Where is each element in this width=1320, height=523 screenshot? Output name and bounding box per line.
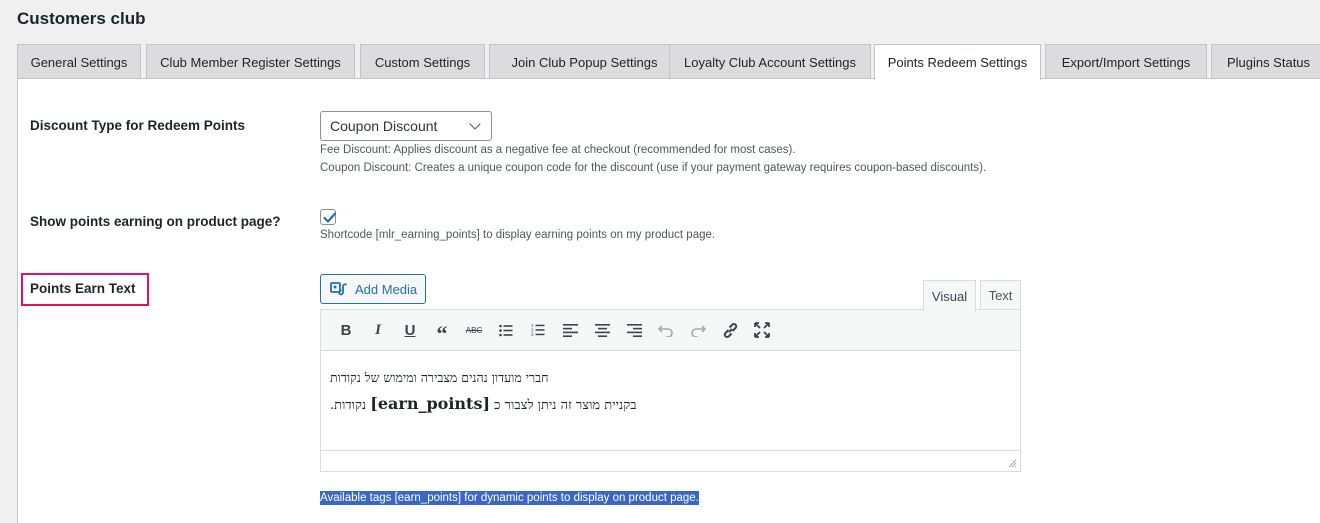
editor-line-2-pre: בקניית מוצר זה ניתן לצבור כ: [494, 398, 637, 413]
editor-tab-text[interactable]: Text: [980, 280, 1021, 310]
bullet-list-icon[interactable]: [490, 316, 522, 344]
settings-tabs: General Settings Club Member Register Se…: [17, 44, 1320, 80]
align-center-icon[interactable]: [586, 316, 618, 344]
chevron-down-icon: [469, 118, 481, 130]
link-icon[interactable]: [714, 316, 746, 344]
available-tags-note: Available tags [earn_points] for dynamic…: [320, 491, 699, 505]
blockquote-icon[interactable]: “: [426, 316, 458, 346]
discount-type-value: Coupon Discount: [330, 118, 438, 134]
editor-line-1: חברי מועדון נהנים מצבירה ומימוש של נקודו…: [330, 370, 549, 385]
discount-type-label: Discount Type for Redeem Points: [30, 118, 246, 133]
tab-points-redeem-settings[interactable]: Points Redeem Settings: [874, 44, 1041, 80]
tab-custom-settings[interactable]: Custom Settings: [360, 44, 485, 79]
earn-points-tag: [earn_points]: [370, 394, 491, 413]
underline-icon[interactable]: U: [394, 316, 426, 344]
show-points-label: Show points earning on product page?: [30, 214, 281, 229]
strikethrough-icon[interactable]: ABC: [458, 316, 490, 344]
resize-grip-icon[interactable]: [1007, 458, 1017, 468]
shortcode-description: Shortcode [mlr_earning_points] to displa…: [320, 229, 716, 241]
add-media-label: Add Media: [355, 281, 418, 297]
tab-export-import-settings[interactable]: Export/Import Settings: [1045, 44, 1207, 79]
points-earn-text-label: Points Earn Text: [30, 281, 136, 296]
rich-text-editor[interactable]: B I U “ ABC 123 חברי מועדון נהנים מצבירה…: [320, 309, 1021, 472]
editor-line-2: בקניית מוצר זה ניתן לצבור כ [earn_points…: [330, 394, 636, 413]
discount-type-select[interactable]: Coupon Discount: [320, 111, 492, 141]
editor-tab-visual[interactable]: Visual: [923, 280, 976, 311]
show-points-checkbox[interactable]: [320, 209, 337, 225]
numbered-list-icon[interactable]: 123: [522, 316, 554, 344]
add-media-button[interactable]: Add Media: [320, 274, 426, 304]
tab-join-club-popup-settings[interactable]: Join Club Popup Settings: [489, 44, 680, 79]
media-icon: [330, 282, 347, 296]
editor-toolbar: B I U “ ABC 123: [321, 310, 1020, 351]
italic-icon[interactable]: I: [362, 316, 394, 344]
svg-text:3: 3: [531, 332, 534, 337]
editor-content[interactable]: חברי מועדון נהנים מצבירה ומימוש של נקודו…: [321, 351, 1020, 413]
align-left-icon[interactable]: [554, 316, 586, 344]
fullscreen-icon[interactable]: [746, 316, 778, 344]
editor-line-2-post: נקודות.: [330, 398, 367, 413]
tab-loyalty-club-account-settings[interactable]: Loyalty Club Account Settings: [669, 44, 871, 79]
checkmark-icon: [323, 212, 337, 223]
bold-icon[interactable]: B: [330, 316, 362, 344]
tab-club-member-register-settings[interactable]: Club Member Register Settings: [146, 44, 355, 79]
fee-discount-description: Fee Discount: Applies discount as a nega…: [320, 144, 796, 156]
redo-icon[interactable]: [682, 316, 714, 344]
coupon-discount-description: Coupon Discount: Creates a unique coupon…: [320, 162, 987, 174]
tab-general-settings[interactable]: General Settings: [17, 44, 141, 79]
tab-plugins-status[interactable]: Plugins Status: [1211, 44, 1320, 79]
undo-icon[interactable]: [650, 316, 682, 344]
page-title: Customers club: [17, 9, 146, 28]
editor-statusbar: [321, 450, 1020, 471]
align-right-icon[interactable]: [618, 316, 650, 344]
